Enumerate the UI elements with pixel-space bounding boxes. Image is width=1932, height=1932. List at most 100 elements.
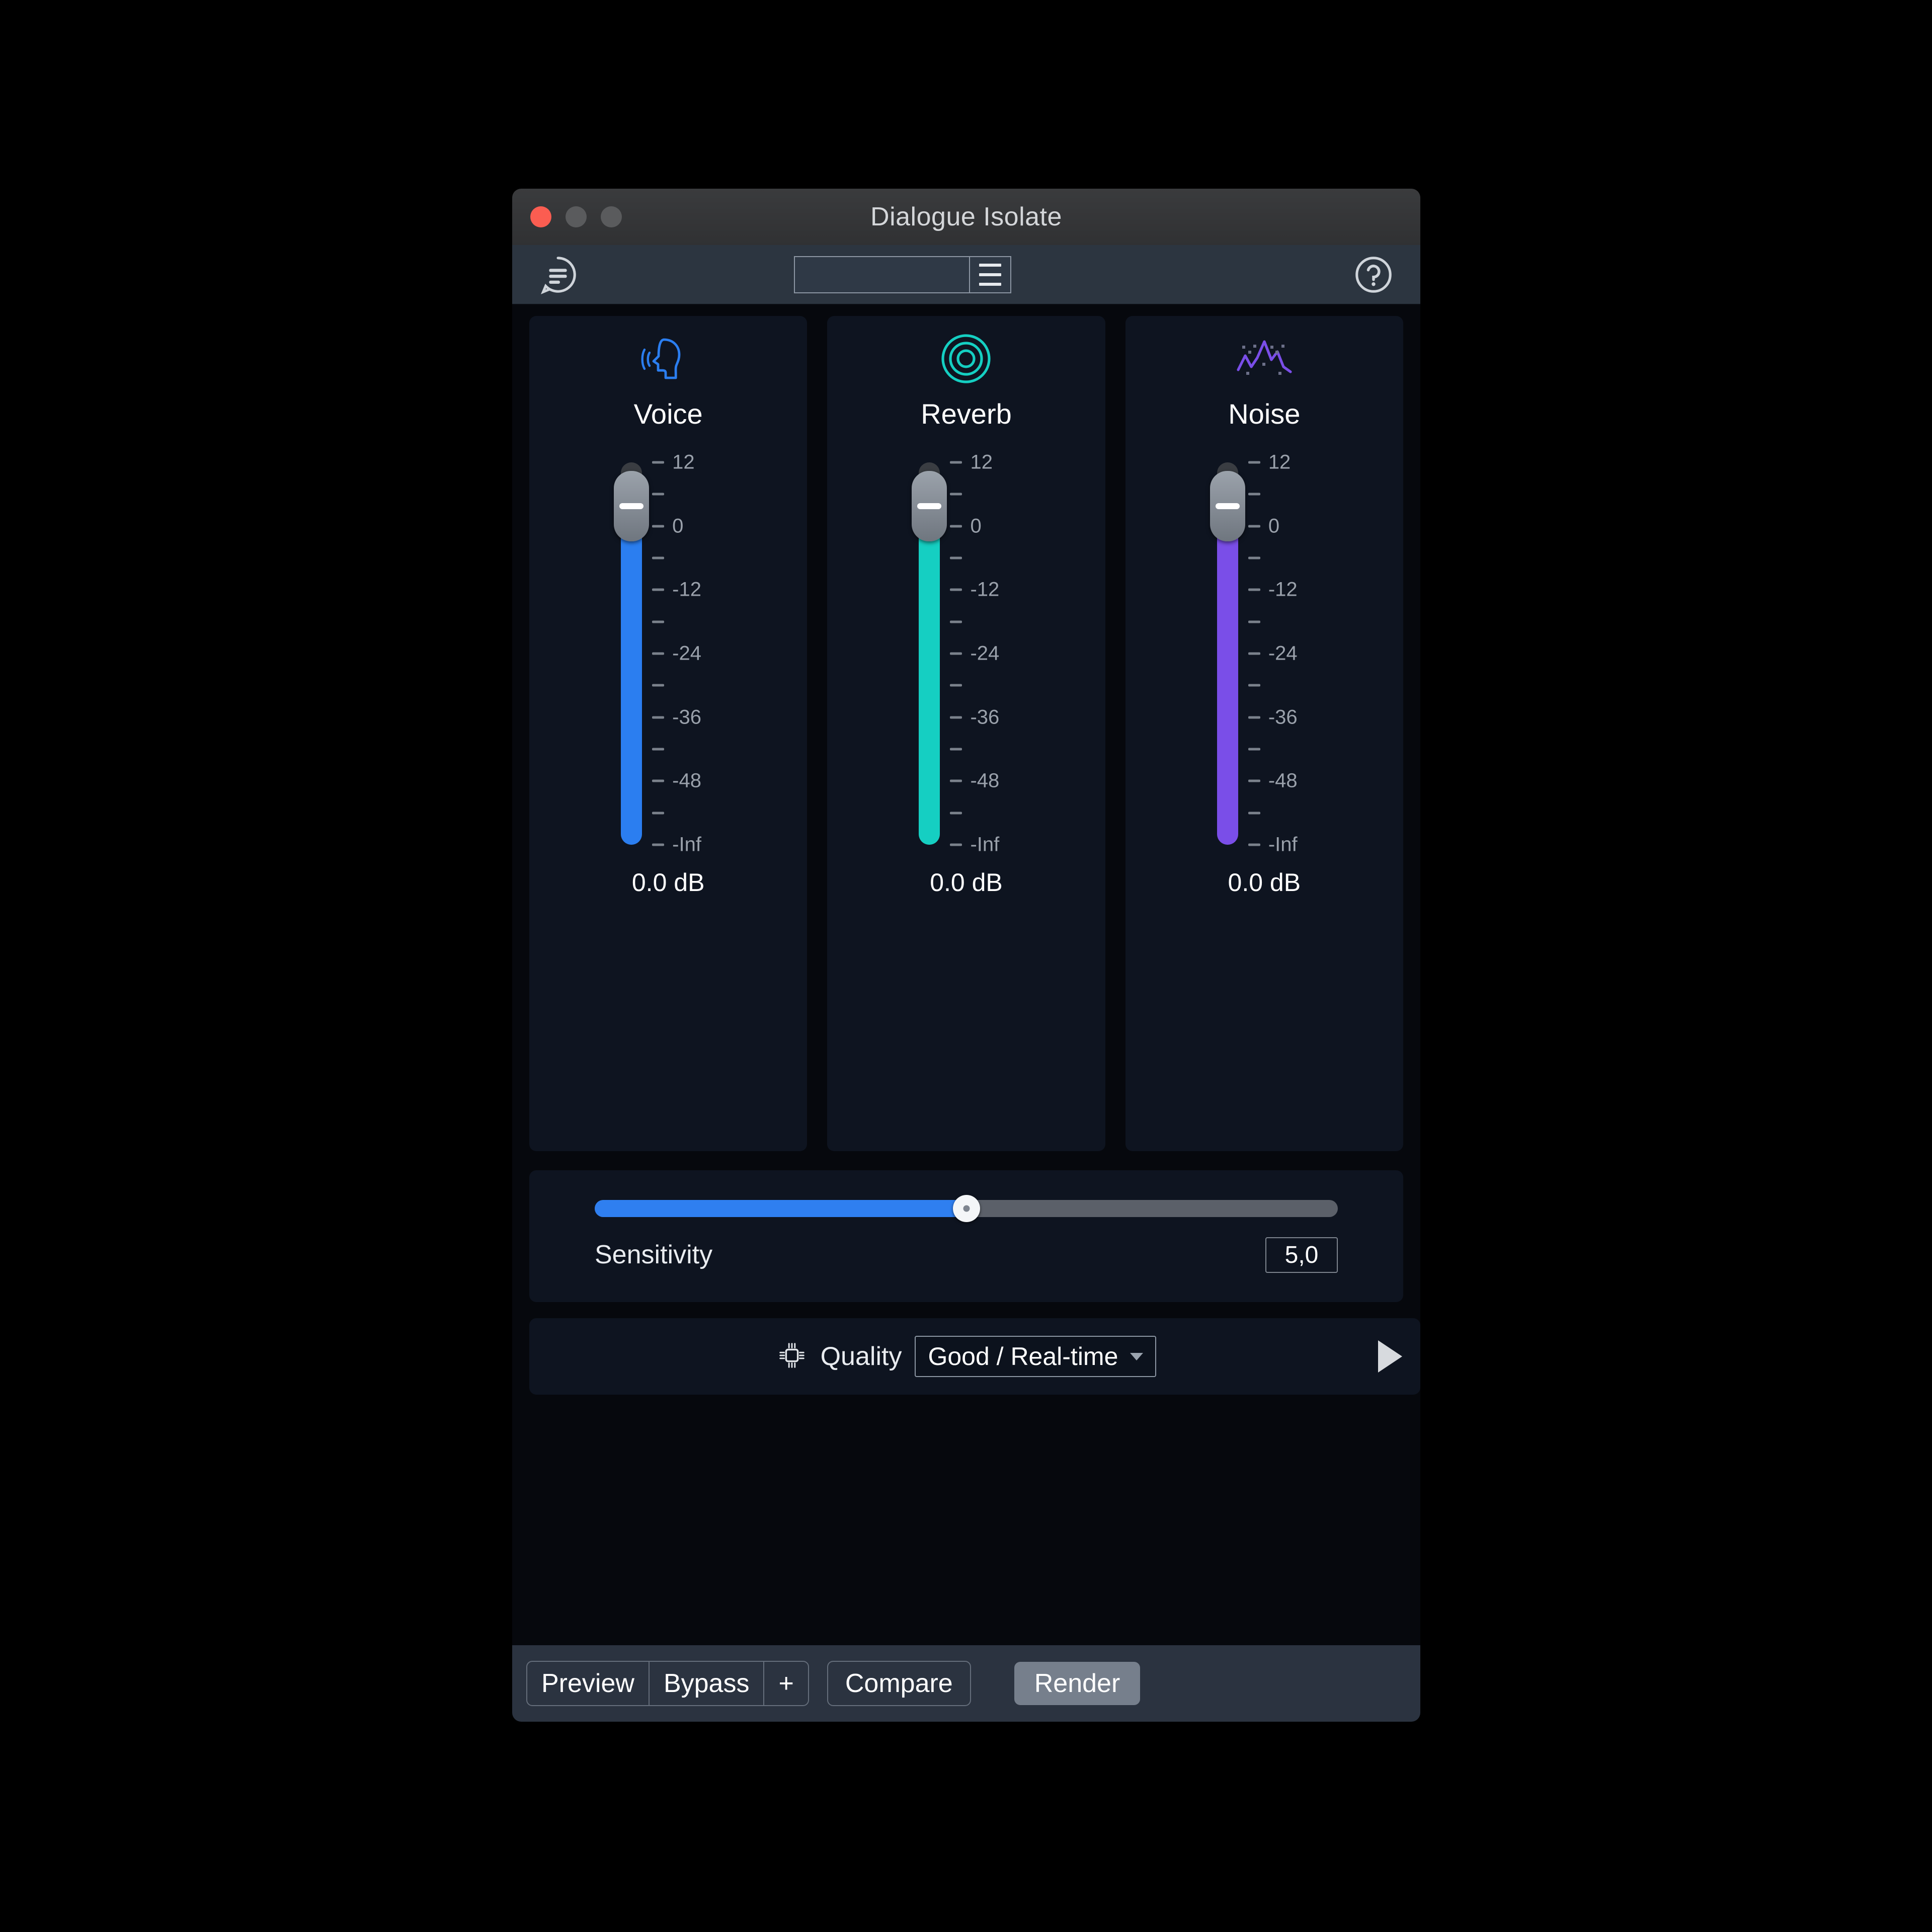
module-voice: Voice 12 0 -12 -24 -36 -48 -Inf 0.0 dB [529,316,808,1151]
scale-tick: -48 [950,770,999,792]
tick-mark [1248,684,1260,687]
fader-handle[interactable] [1210,471,1245,542]
scale-tick: -24 [652,642,701,665]
help-circle-icon[interactable] [1352,253,1395,296]
gain-readout[interactable]: 0.0 dB [632,868,705,897]
compare-button[interactable]: Compare [827,1661,971,1706]
scale-tick [652,748,665,751]
tick-mark [652,716,665,719]
tick-label: -24 [672,642,701,665]
tick-label: 0 [672,515,684,537]
bypass-button[interactable]: Bypass [650,1662,765,1705]
scale-tick: -24 [1248,642,1298,665]
scale-tick: -36 [652,706,701,729]
quality-panel: Quality Good / Real-time [529,1318,1420,1395]
traffic-lights [530,206,622,227]
tick-mark [652,812,665,815]
scale-tick [1248,684,1260,687]
fader-noise[interactable]: 12 0 -12 -24 -36 -48 -Inf [1125,451,1403,856]
tick-label: -48 [970,769,1000,792]
fader-handle[interactable] [614,471,650,542]
window-title: Dialogue Isolate [870,202,1062,231]
hamburger-menu-icon[interactable] [969,256,1011,293]
comment-bubble-icon[interactable] [536,253,580,296]
gain-readout[interactable]: 0.0 dB [1228,868,1301,897]
tick-label: -12 [970,578,1000,601]
scale-tick [950,812,962,815]
module-label: Noise [1228,398,1301,430]
tick-mark [1248,812,1260,815]
tick-label: 12 [1268,451,1291,473]
tick-mark [950,556,962,559]
gain-readout[interactable]: 0.0 dB [930,868,1003,897]
sensitivity-slider[interactable] [595,1194,1338,1222]
scale-tick: 0 [652,515,683,537]
scale-tick [950,556,962,559]
module-noise: Noise 12 0 -12 -24 -36 -48 -Inf 0.0 dB [1125,316,1403,1151]
title-bar: Dialogue Isolate [512,189,1420,245]
preview-button[interactable]: Preview [527,1662,650,1705]
tick-label: 0 [970,515,982,537]
transport-segment-group: Preview Bypass + [526,1661,809,1706]
fader-reverb[interactable]: 12 0 -12 -24 -36 -48 -Inf [827,451,1105,856]
maximize-window-button[interactable] [601,206,622,227]
scale-tick [652,684,665,687]
tick-mark [950,716,962,719]
tick-label: -36 [970,706,1000,729]
sensitivity-label: Sensitivity [595,1240,713,1269]
scale-tick: -Inf [950,834,999,856]
tick-mark [950,843,962,846]
render-button[interactable]: Render [1014,1662,1141,1705]
tick-mark [1248,588,1260,591]
quality-dropdown[interactable]: Good / Real-time [915,1336,1157,1377]
scale-tick: -36 [1248,706,1298,729]
tick-mark [950,684,962,687]
sensitivity-value-field[interactable]: 5,0 [1265,1237,1338,1273]
tick-mark [950,748,962,751]
scale-tick: -Inf [1248,834,1298,856]
tick-mark [652,556,665,559]
cpu-chip-icon [776,1340,808,1374]
tick-mark [652,684,665,687]
tick-label: -12 [672,578,701,601]
plugin-window: Dialogue Isolate Voice 12 0 -12 -24 -36 … [512,189,1420,1722]
tick-mark [950,493,962,496]
add-button[interactable]: + [764,1662,808,1705]
tick-mark [1248,652,1260,655]
tick-label: -36 [1268,706,1298,729]
tick-label: 12 [970,451,993,473]
fader-handle[interactable] [912,471,947,542]
fader-scale: 12 0 -12 -24 -36 -48 -Inf [1248,451,1339,856]
scale-tick [652,620,665,623]
scale-tick [652,493,665,496]
preset-input[interactable] [794,256,969,293]
tick-label: -48 [672,769,701,792]
scale-tick: -12 [652,579,701,601]
quality-selected-value: Good / Real-time [928,1342,1118,1371]
tick-mark [652,588,665,591]
tick-mark [950,779,962,782]
module-reverb: Reverb 12 0 -12 -24 -36 -48 -Inf 0.0 dB [827,316,1105,1151]
tick-label: -24 [970,642,1000,665]
tick-label: -24 [1268,642,1298,665]
sensitivity-knob[interactable] [952,1194,980,1222]
module-row: Voice 12 0 -12 -24 -36 -48 -Inf 0.0 dB R… [529,305,1403,1151]
tick-mark [652,843,665,846]
tick-label: -12 [1268,578,1298,601]
tick-mark [652,748,665,751]
close-window-button[interactable] [530,206,551,227]
minimize-window-button[interactable] [566,206,587,227]
preset-selector[interactable] [794,256,1011,293]
scale-tick [1248,748,1260,751]
play-button[interactable] [1360,1318,1420,1395]
tick-mark [652,620,665,623]
tick-mark [652,652,665,655]
fader-fill [919,506,940,845]
tick-mark [652,779,665,782]
tick-mark [950,588,962,591]
module-label: Reverb [921,398,1012,430]
module-label: Voice [633,398,703,430]
fader-voice[interactable]: 12 0 -12 -24 -36 -48 -Inf [529,451,807,856]
tick-mark [1248,716,1260,719]
fader-scale: 12 0 -12 -24 -36 -48 -Inf [950,451,1040,856]
